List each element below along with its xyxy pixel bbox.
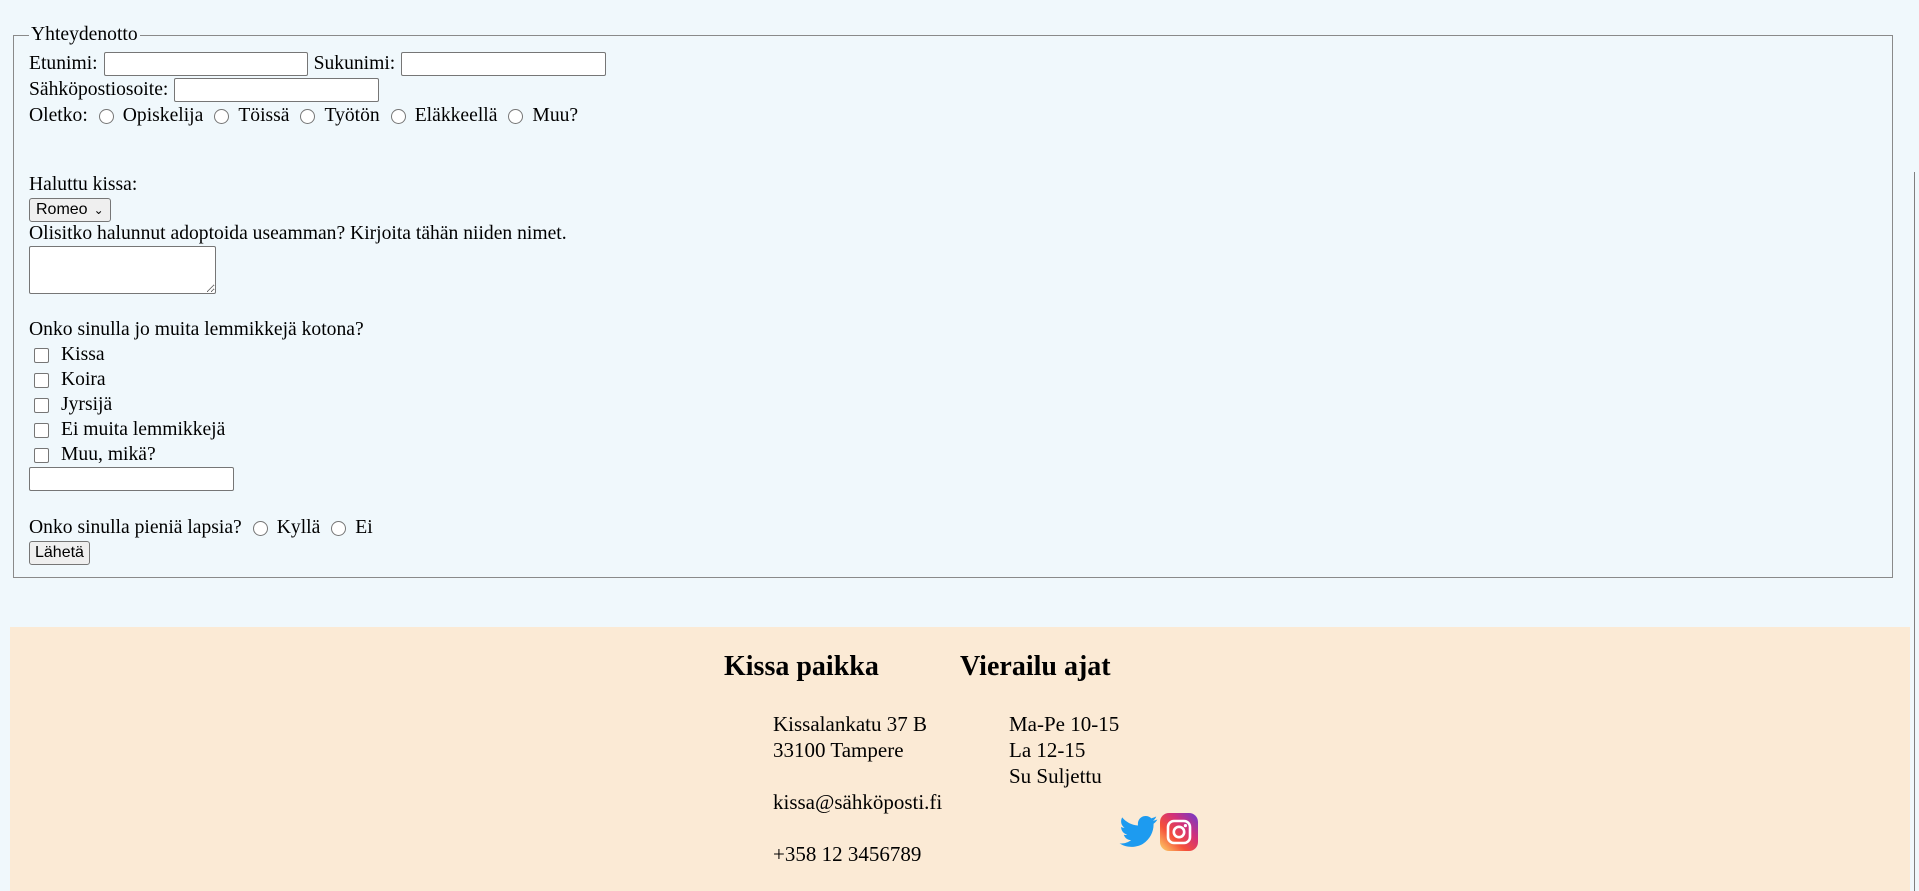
status-option-label: Eläkkeellä bbox=[414, 105, 498, 126]
more-cats-label: Olisitko halunnut adoptoida useamman? Ki… bbox=[29, 223, 567, 244]
pet-option-label: Ei muita lemmikkejä bbox=[61, 419, 226, 440]
more-cats-textarea[interactable] bbox=[29, 246, 216, 294]
footer-address-line1: Kissalankatu 37 B bbox=[773, 712, 927, 736]
pets-label: Onko sinulla jo muita lemmikkejä kotona? bbox=[29, 319, 364, 340]
cat-select-row: Romeo ⌄ bbox=[29, 198, 111, 222]
pet-option-row: Ei muita lemmikkejä bbox=[29, 418, 225, 442]
submit-button[interactable]: Lähetä bbox=[29, 541, 90, 565]
status-radio-elakkeella[interactable] bbox=[390, 108, 406, 124]
pet-checkbox-kissa[interactable] bbox=[34, 347, 49, 363]
pet-option-row: Kissa bbox=[29, 343, 105, 367]
pet-checkbox-koira[interactable] bbox=[34, 372, 49, 388]
footer-hours-title: Vierailu ajat bbox=[960, 651, 1111, 682]
email-label: Sähköpostiosoite: bbox=[29, 79, 169, 100]
instagram-icon[interactable] bbox=[1160, 813, 1198, 851]
twitter-icon[interactable] bbox=[1119, 812, 1159, 850]
cat-label-row: Haluttu kissa: bbox=[29, 173, 137, 197]
submit-row: Lähetä bbox=[29, 541, 90, 565]
kids-option-label: Kyllä bbox=[276, 517, 321, 538]
kids-option-label: Ei bbox=[355, 517, 373, 538]
footer-hours-weekday: Ma-Pe 10-15 bbox=[1009, 712, 1120, 736]
chevron-down-icon: ⌄ bbox=[93, 203, 104, 217]
first-name-input[interactable] bbox=[103, 52, 308, 76]
cat-select-value: Romeo bbox=[36, 201, 88, 218]
pet-option-row: Muu, mikä? bbox=[29, 443, 156, 467]
scrollbar-track[interactable] bbox=[1914, 172, 1915, 891]
footer-email: kissa@sähköposti.fi bbox=[773, 790, 943, 814]
last-name-label: Sukunimi: bbox=[313, 53, 396, 74]
footer-address-line2: 33100 Tampere bbox=[773, 738, 904, 762]
status-label: Oletko: bbox=[29, 105, 88, 126]
pet-option-label: Kissa bbox=[61, 344, 105, 365]
status-radio-tyoton[interactable] bbox=[300, 108, 316, 124]
pet-option-row: Jyrsijä bbox=[29, 393, 112, 417]
status-option-label: Työtön bbox=[324, 105, 380, 126]
name-row: Etunimi: Sukunimi: bbox=[29, 52, 612, 76]
pet-checkbox-none[interactable] bbox=[34, 422, 49, 438]
footer-phone: +358 12 3456789 bbox=[773, 842, 922, 866]
more-cats-label-row: Olisitko halunnut adoptoida useamman? Ki… bbox=[29, 222, 567, 246]
footer-place-title: Kissa paikka bbox=[724, 651, 879, 682]
pet-option-label: Koira bbox=[61, 369, 106, 390]
kids-radio-yes[interactable] bbox=[252, 520, 268, 536]
status-row: Oletko: Opiskelija Töissä Työtön Eläkkee… bbox=[29, 104, 578, 128]
pet-option-label: Muu, mikä? bbox=[61, 444, 156, 465]
pet-option-label: Jyrsijä bbox=[61, 394, 113, 415]
status-option-label: Töissä bbox=[238, 105, 290, 126]
kids-label: Onko sinulla pieniä lapsia? bbox=[29, 517, 242, 538]
form-legend: Yhteydenotto bbox=[31, 24, 138, 45]
email-input[interactable] bbox=[174, 78, 380, 102]
pet-other-row bbox=[29, 467, 240, 491]
pet-checkbox-jyrsija[interactable] bbox=[34, 397, 49, 413]
last-name-input[interactable] bbox=[401, 52, 607, 76]
more-cats-row bbox=[29, 246, 216, 294]
pet-option-row: Koira bbox=[29, 368, 106, 392]
first-name-label: Etunimi: bbox=[29, 53, 98, 74]
status-radio-muu[interactable] bbox=[508, 108, 524, 124]
kids-row: Onko sinulla pieniä lapsia? Kyllä Ei bbox=[29, 516, 373, 540]
status-option-label: Opiskelija bbox=[122, 105, 204, 126]
footer-hours-sunday: Su Suljettu bbox=[1009, 764, 1102, 788]
pet-other-input[interactable] bbox=[29, 467, 234, 491]
email-row: Sähköpostiosoite: bbox=[29, 78, 385, 102]
cat-label: Haluttu kissa: bbox=[29, 174, 138, 195]
pet-checkbox-other[interactable] bbox=[34, 447, 49, 463]
cat-select[interactable]: Romeo ⌄ bbox=[29, 198, 111, 222]
footer: Kissa paikka Vierailu ajat Kissalankatu … bbox=[10, 627, 1910, 891]
status-radio-toissa[interactable] bbox=[214, 108, 230, 124]
status-radio-opiskelija[interactable] bbox=[98, 108, 114, 124]
status-option-label: Muu? bbox=[532, 105, 579, 126]
kids-radio-no[interactable] bbox=[331, 520, 347, 536]
pets-label-row: Onko sinulla jo muita lemmikkejä kotona? bbox=[29, 318, 364, 342]
footer-hours-saturday: La 12-15 bbox=[1009, 738, 1086, 762]
